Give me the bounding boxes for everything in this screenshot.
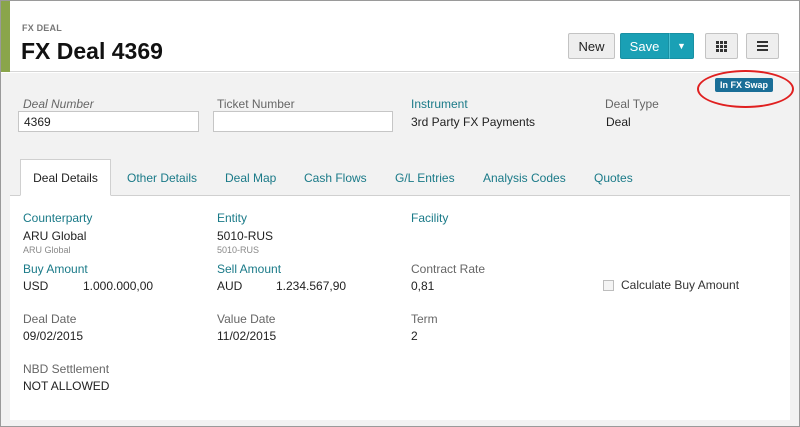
window-frame [0,0,800,427]
